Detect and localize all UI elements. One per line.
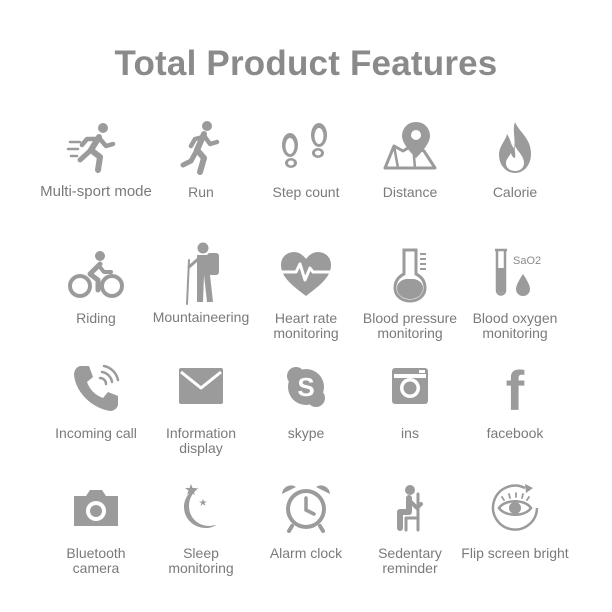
map-pin-icon <box>383 122 437 170</box>
alarm-clock-icon <box>282 485 330 533</box>
feature-sheet: Total Product Features Multi-sport mode … <box>0 0 612 612</box>
feature-label: Distance <box>382 184 438 200</box>
runner-icon <box>180 121 220 175</box>
instagram-icon <box>392 368 428 404</box>
feature-label: Multi-sport mode <box>40 183 152 200</box>
feature-alarm-clock: Alarm clock <box>246 482 366 561</box>
feature-ins: ins <box>350 362 470 441</box>
feature-step-count: Step count <box>246 118 366 200</box>
feature-label: ins <box>401 425 419 441</box>
feature-run: Run <box>141 118 261 200</box>
feature-sleep-monitoring: Sleep monitoring <box>141 482 261 576</box>
feature-label: Sleep monitoring <box>168 545 234 576</box>
moon-stars-icon <box>184 484 216 528</box>
test-tube-drop-icon: SaO2 <box>495 248 541 296</box>
feature-bluetooth-camera: Bluetooth camera <box>36 482 156 576</box>
feature-label: Run <box>188 184 214 200</box>
icon-text: f <box>506 362 525 414</box>
feature-label: Mountaineering <box>152 309 250 325</box>
facebook-icon: f <box>506 362 525 414</box>
feature-heart-rate: Heart rate monitoring <box>246 244 366 341</box>
camera-icon <box>74 490 118 526</box>
heart-pulse-icon <box>280 252 333 296</box>
feature-label: Incoming call <box>55 425 137 441</box>
feature-label: Information display <box>165 425 237 456</box>
icon-text: S <box>297 372 314 402</box>
thermometer-icon <box>393 248 427 303</box>
feature-label: Blood oxygen monitoring <box>472 310 558 341</box>
feature-label: Alarm clock <box>269 545 343 561</box>
seated-person-icon <box>397 485 423 532</box>
feature-label: Step count <box>272 184 340 200</box>
phone-ringing-icon <box>74 364 120 411</box>
feature-mountaineering: Mountaineering <box>141 240 261 325</box>
feature-distance: Distance <box>350 118 470 200</box>
feature-label: Riding <box>76 310 116 326</box>
flame-icon <box>499 122 531 173</box>
running-person-speed-icon <box>66 123 116 173</box>
hiker-icon <box>186 242 219 305</box>
page-title: Total Product Features <box>114 44 498 83</box>
feature-label: skype <box>287 425 325 441</box>
feature-label: facebook <box>486 425 544 441</box>
feature-facebook: f facebook <box>455 362 575 441</box>
feature-label: Sedentary reminder <box>378 545 442 576</box>
feature-riding: Riding <box>36 244 156 326</box>
footprints-icon <box>282 123 327 168</box>
feature-multi-sport: Multi-sport mode <box>36 118 156 199</box>
feature-flip-screen-bright: Flip screen bright <box>455 482 575 561</box>
feature-label: Bluetooth camera <box>66 545 126 576</box>
skype-icon: S <box>287 367 325 407</box>
feature-skype: S skype <box>246 362 366 441</box>
feature-label: Calorie <box>492 184 538 200</box>
feature-sedentary-reminder: Sedentary reminder <box>350 482 470 576</box>
feature-information-display: Information display <box>141 362 261 456</box>
envelope-icon <box>179 368 223 404</box>
feature-label: Blood pressure monitoring <box>362 310 458 341</box>
cyclist-icon <box>68 251 124 298</box>
feature-blood-oxygen: SaO2 Blood oxygen monitoring <box>455 244 575 341</box>
feature-incoming-call: Incoming call <box>36 362 156 441</box>
feature-calorie: Calorie <box>455 118 575 200</box>
feature-blood-pressure: Blood pressure monitoring <box>350 244 470 341</box>
feature-label: Flip screen bright <box>461 545 569 561</box>
icon-text: SaO2 <box>513 255 541 267</box>
feature-label: Heart rate monitoring <box>273 310 339 341</box>
eye-rotate-icon <box>491 484 539 531</box>
